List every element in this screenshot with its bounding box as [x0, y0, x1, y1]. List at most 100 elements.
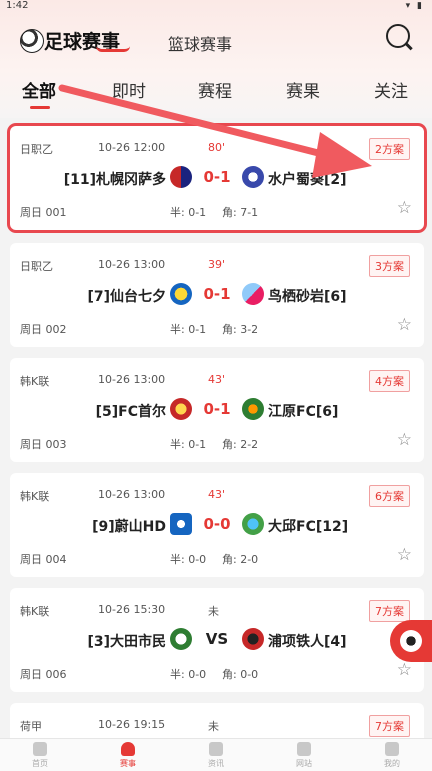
plans-badge[interactable]: 7方案	[369, 715, 410, 737]
match-minute: 未	[208, 720, 219, 733]
half-time-score: 半: 0-0	[170, 668, 207, 681]
home-team: [5]FC首尔	[95, 404, 166, 420]
home-team-logo	[170, 513, 192, 535]
match-score: VS	[205, 630, 229, 648]
match-card[interactable]: 韩K联 10-26 13:00 43' 4方案 [5]FC首尔 0-1 江原FC…	[10, 358, 424, 462]
home-team-logo	[170, 166, 192, 188]
match-card[interactable]: 韩K联 10-26 15:30 未 7方案 [3]大田市民 VS 浦项铁人[4]…	[10, 588, 424, 692]
match-time: 10-26 13:00	[98, 488, 166, 501]
match-time: 10-26 15:30	[98, 603, 166, 616]
home-team-logo	[170, 628, 192, 650]
tab-indicator	[30, 106, 50, 109]
trophy-icon	[121, 742, 135, 756]
tab-all[interactable]: 全部	[22, 77, 56, 102]
plans-badge[interactable]: 6方案	[369, 485, 410, 507]
corner-score: 角: 7-1	[222, 206, 259, 219]
plans-badge[interactable]: 2方案	[369, 138, 410, 160]
half-time-score: 半: 0-1	[170, 323, 207, 336]
status-icons: ▾ ▮	[405, 1, 424, 11]
title-underline	[96, 46, 130, 52]
match-minute: 39'	[208, 258, 226, 271]
match-score: 0-0	[203, 515, 231, 533]
status-time: 1:42	[6, 0, 29, 11]
nav-label: 资讯	[208, 759, 224, 768]
nav-label: 我的	[384, 759, 400, 768]
match-number: 周日 002	[20, 323, 67, 336]
league-name: 韩K联	[20, 605, 50, 618]
league-name: 韩K联	[20, 375, 50, 388]
league-name: 日职乙	[20, 260, 53, 273]
star-icon[interactable]: ☆	[397, 315, 412, 335]
nav-news[interactable]: 资讯	[186, 742, 246, 769]
away-team-logo	[242, 628, 264, 650]
tab-schedule[interactable]: 赛程	[198, 77, 232, 102]
corner-score: 角: 3-2	[222, 323, 259, 336]
match-time: 10-26 13:00	[98, 258, 166, 271]
half-time-score: 半: 0-1	[170, 206, 207, 219]
corner-score: 角: 2-0	[222, 553, 259, 566]
home-team-logo	[170, 283, 192, 305]
home-team: [7]仙台七夕	[87, 289, 166, 305]
match-number: 周日 004	[20, 553, 67, 566]
match-minute: 未	[208, 605, 219, 618]
tab-live[interactable]: 即时	[112, 77, 146, 102]
away-team: 江原FC[6]	[268, 404, 339, 420]
nav-events[interactable]: 赛事	[98, 742, 158, 769]
match-time: 10-26 19:15	[98, 718, 166, 731]
filter-tabs: 全部 即时 赛程 赛果 关注	[0, 74, 432, 106]
plans-badge[interactable]: 4方案	[369, 370, 410, 392]
status-bar: 1:42 ▾ ▮	[0, 0, 432, 14]
corner-score: 角: 2-2	[222, 438, 259, 451]
corner-score: 角: 0-0	[222, 668, 259, 681]
half-time-score: 半: 0-0	[170, 553, 207, 566]
plans-badge[interactable]: 7方案	[369, 600, 410, 622]
match-time: 10-26 12:00	[98, 141, 166, 154]
match-number: 周日 001	[20, 206, 67, 219]
tab-following[interactable]: 关注	[374, 77, 408, 102]
match-time: 10-26 13:00	[98, 373, 166, 386]
match-card[interactable]: 韩K联 10-26 13:00 43' 6方案 [9]蔚山HD 0-0 大邱FC…	[10, 473, 424, 577]
floating-ball-button[interactable]	[390, 620, 432, 662]
league-name: 韩K联	[20, 490, 50, 503]
match-minute: 43'	[208, 373, 226, 386]
nav-profile[interactable]: 我的	[362, 742, 422, 769]
match-score: 0-1	[203, 400, 231, 418]
match-score: 0-1	[203, 168, 231, 186]
nav-label: 网站	[296, 759, 312, 768]
league-name: 荷甲	[20, 720, 42, 733]
away-team-logo	[242, 166, 264, 188]
tab-basketball[interactable]: 篮球赛事	[168, 31, 232, 55]
search-icon[interactable]	[386, 24, 410, 48]
away-team-logo	[242, 398, 264, 420]
home-team-logo	[170, 398, 192, 420]
profile-icon	[385, 742, 399, 756]
nav-home[interactable]: 首页	[10, 742, 70, 769]
news-icon	[209, 742, 223, 756]
bottom-nav: 首页 赛事 资讯 网站 我的	[0, 738, 432, 771]
soccer-ball-icon	[20, 29, 44, 53]
match-card[interactable]: 日职乙 10-26 12:00 80' 2方案 [11]札幌冈萨多 0-1 水户…	[10, 126, 424, 230]
star-icon[interactable]: ☆	[397, 198, 412, 218]
match-minute: 43'	[208, 488, 226, 501]
nav-label: 首页	[32, 759, 48, 768]
nav-site[interactable]: 网站	[274, 742, 334, 769]
match-number: 周日 003	[20, 438, 67, 451]
nav-label: 赛事	[120, 759, 136, 768]
star-icon[interactable]: ☆	[397, 545, 412, 565]
tab-results[interactable]: 赛果	[286, 77, 320, 102]
league-name: 日职乙	[20, 143, 53, 156]
home-team: [3]大田市民	[87, 634, 166, 650]
home-team: [9]蔚山HD	[92, 519, 166, 535]
plans-badge[interactable]: 3方案	[369, 255, 410, 277]
match-minute: 80'	[208, 141, 226, 154]
match-card[interactable]: 荷甲 10-26 19:15 未 7方案	[10, 703, 424, 743]
star-icon[interactable]: ☆	[397, 660, 412, 680]
header: 足球赛事 篮球赛事	[0, 18, 432, 62]
match-number: 周日 006	[20, 668, 67, 681]
star-icon[interactable]: ☆	[397, 430, 412, 450]
half-time-score: 半: 0-1	[170, 438, 207, 451]
away-team: 水户蜀葵[2]	[268, 172, 347, 188]
away-team: 浦项铁人[4]	[268, 634, 347, 650]
match-card[interactable]: 日职乙 10-26 13:00 39' 3方案 [7]仙台七夕 0-1 鸟栖砂岩…	[10, 243, 424, 347]
site-icon	[297, 742, 311, 756]
